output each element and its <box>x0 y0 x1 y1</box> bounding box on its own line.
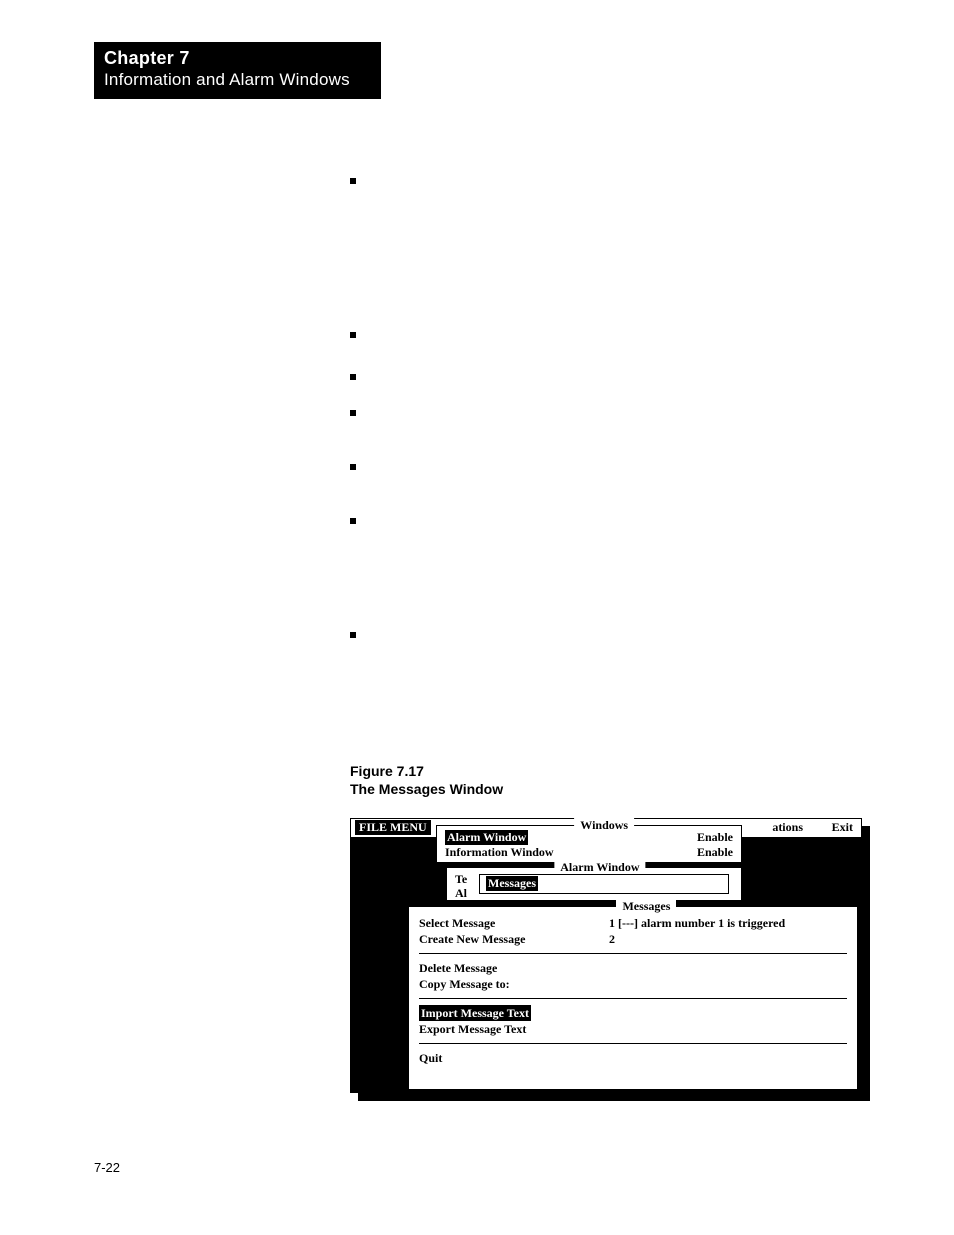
bullet-icon <box>350 632 356 638</box>
file-menu[interactable]: FILE MENU <box>355 820 431 835</box>
chapter-number: Chapter 7 <box>104 48 371 70</box>
body-text-area <box>350 172 870 644</box>
create-new-message-option[interactable]: Create New Message <box>419 931 589 947</box>
information-window-value: Enable <box>697 845 733 860</box>
bullet-icon <box>350 178 356 184</box>
bullet-item <box>350 626 870 638</box>
divider <box>419 1043 847 1044</box>
export-message-text-option[interactable]: Export Message Text <box>419 1021 847 1037</box>
menu-item-fragment[interactable]: ations <box>772 820 803 835</box>
bullet-icon <box>350 518 356 524</box>
import-message-text-option[interactable]: Import Message Text <box>419 1005 531 1021</box>
alarm-window-option[interactable]: Alarm Window <box>445 830 528 845</box>
bullet-item <box>350 326 870 338</box>
bullet-item <box>350 368 870 380</box>
panel-title: Windows <box>574 818 634 833</box>
message-list-row[interactable]: 1 [---] alarm number 1 is triggered <box>609 915 847 931</box>
bullet-icon <box>350 332 356 338</box>
messages-panel: Messages Select Message Create New Messa… <box>407 905 859 1091</box>
bullet-item <box>350 172 870 184</box>
copy-message-option[interactable]: Copy Message to: <box>419 976 847 992</box>
bullet-item <box>350 458 870 470</box>
messages-submenu: Messages <box>479 874 729 894</box>
panel-title: Messages <box>616 899 676 914</box>
truncated-label-al: Al <box>455 886 467 901</box>
bullet-icon <box>350 374 356 380</box>
select-message-option[interactable]: Select Message <box>419 915 589 931</box>
figure-number: Figure 7.17 <box>350 762 503 780</box>
chapter-header: Chapter 7 Information and Alarm Windows <box>94 42 381 99</box>
bullet-item <box>350 512 870 524</box>
chapter-title: Information and Alarm Windows <box>104 70 371 90</box>
windows-row[interactable]: Information Window Enable <box>437 845 741 860</box>
delete-message-option[interactable]: Delete Message <box>419 960 847 976</box>
panel-title: Alarm Window <box>554 860 645 875</box>
bullet-icon <box>350 464 356 470</box>
truncated-label-te: Te <box>455 872 467 887</box>
divider <box>419 953 847 954</box>
menu-item-exit[interactable]: Exit <box>832 820 853 835</box>
messages-option[interactable]: Messages <box>486 876 538 891</box>
bullet-icon <box>350 410 356 416</box>
divider <box>419 998 847 999</box>
figure-title: The Messages Window <box>350 780 503 798</box>
alarm-window-value: Enable <box>697 830 733 845</box>
windows-panel: Windows Alarm Window Enable Information … <box>436 825 742 863</box>
screenshot-figure: FILE MENU ations Exit Windows Alarm Wind… <box>350 818 870 1093</box>
message-list-row[interactable]: 2 <box>609 931 847 947</box>
alarm-window-panel: Alarm Window Te Al Messages <box>446 867 742 901</box>
page-number: 7-22 <box>94 1160 120 1175</box>
figure-caption: Figure 7.17 The Messages Window <box>350 762 503 798</box>
information-window-option[interactable]: Information Window <box>445 845 554 860</box>
bullet-item <box>350 404 870 416</box>
quit-option[interactable]: Quit <box>419 1050 847 1066</box>
